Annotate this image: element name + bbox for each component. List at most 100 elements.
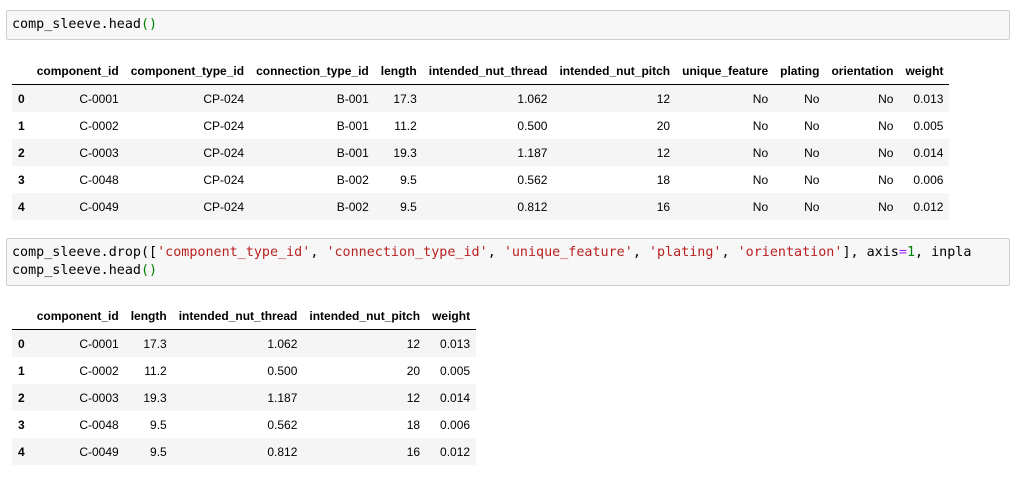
table-cell: 11.2 (144, 363, 167, 378)
code-cell-head[interactable]: comp_sleeve.head() (6, 10, 1010, 40)
code-text: ], axis (842, 245, 899, 260)
table-cell: C-0002 (79, 118, 119, 133)
table-cell: C-0049 (79, 199, 119, 214)
table-cell: 0.562 (517, 172, 548, 187)
code-text: comp_sleeve.drop([ (12, 245, 158, 260)
table-cell: 20 (406, 363, 421, 378)
code-string: 'connection_type_id' (326, 245, 488, 260)
table-cell: 12 (656, 91, 671, 106)
column-header: component_type_id (124, 58, 251, 85)
table-cell: C-0048 (79, 417, 119, 432)
row-index: 2 (18, 390, 25, 405)
table-cell: 0.012 (440, 444, 471, 459)
table-cell: 0.014 (440, 390, 471, 405)
table-cell: 0.812 (267, 444, 298, 459)
table-cell: 0.014 (913, 145, 944, 160)
code-text: , (632, 245, 649, 260)
table-cell: C-0048 (79, 172, 119, 187)
table-cell: No (878, 118, 894, 133)
table-cell: No (752, 172, 769, 187)
table-row: 4 C-0049 CP-024 B-002 9.5 0.812 16 No No No 0.012 (12, 193, 950, 220)
code-string: 'unique_feature' (503, 245, 633, 260)
table-cell: CP-024 (203, 118, 245, 133)
table-cell: No (804, 145, 820, 160)
table-cell: No (804, 199, 820, 214)
column-header: orientation (825, 58, 900, 85)
table-cell: 1.187 (517, 145, 548, 160)
table-cell: C-0001 (79, 91, 119, 106)
code-text: comp_sleeve.head (12, 263, 141, 278)
column-header: intended_nut_thread (422, 58, 554, 85)
table-row: 3 C-0048 9.5 0.562 18 0.006 (12, 411, 477, 438)
table-cell: 0.812 (517, 199, 548, 214)
row-index: 0 (18, 336, 25, 351)
code-text: , (487, 245, 504, 260)
column-header: plating (774, 58, 826, 85)
table-cell: No (752, 199, 769, 214)
table-cell: CP-024 (203, 172, 245, 187)
table-cell: B-001 (336, 145, 369, 160)
code-number: 1 (906, 245, 915, 260)
index-header (12, 303, 31, 330)
code-string: 'component_type_id' (157, 245, 311, 260)
table-cell: C-0002 (79, 363, 119, 378)
column-header: weight (899, 58, 950, 85)
dataframe-output-reduced: component_id length intended_nut_thread int… (12, 303, 477, 465)
table-cell: No (878, 172, 894, 187)
code-parens: () (141, 17, 158, 32)
table-cell: B-001 (336, 91, 369, 106)
table-header: component_id length intended_nut_thread int… (12, 303, 477, 330)
table-cell: 9.5 (150, 417, 167, 432)
code-cell-drop[interactable]: comp_sleeve.drop(['component_type_id', '… (6, 238, 1010, 286)
table-row: 0 C-0001 CP-024 B-001 17.3 1.062 12 No No No 0.013 (12, 84, 950, 112)
table-cell: 9.5 (400, 172, 417, 187)
table-row: 2 C-0003 CP-024 B-001 19.3 1.187 12 No No No 0.014 (12, 139, 950, 166)
column-header: length (374, 58, 423, 85)
table-cell: 0.013 (913, 91, 944, 106)
table-cell: 1.062 (267, 336, 298, 351)
table-header: component_id component_type_id connection_… (12, 58, 950, 85)
row-index: 4 (18, 444, 25, 459)
table-row: 4 C-0049 9.5 0.812 16 0.012 (12, 438, 477, 465)
code-string: 'orientation' (737, 245, 843, 260)
row-index: 1 (18, 363, 25, 378)
table-cell: 12 (406, 390, 421, 405)
table-cell: 1.062 (517, 91, 548, 106)
table-cell: 0.006 (913, 172, 944, 187)
row-index: 4 (18, 199, 25, 214)
table-row: 2 C-0003 19.3 1.187 12 0.014 (12, 384, 477, 411)
table-cell: C-0049 (79, 444, 119, 459)
column-header: connection_type_id (250, 58, 375, 85)
row-index: 3 (18, 417, 25, 432)
table-cell: 11.2 (394, 118, 417, 133)
table-cell: 19.3 (393, 145, 417, 160)
table-cell: No (878, 91, 894, 106)
table-cell: No (752, 145, 769, 160)
table-cell: 1.187 (267, 390, 298, 405)
column-header: component_id (30, 58, 125, 85)
code-text: comp_sleeve.head (12, 17, 141, 32)
table-row: 1 C-0002 CP-024 B-001 11.2 0.500 20 No No No 0.005 (12, 112, 950, 139)
table-cell: 18 (406, 417, 421, 432)
table-cell: 0.006 (440, 417, 471, 432)
table-cell: No (804, 172, 820, 187)
table-cell: 20 (656, 118, 671, 133)
table-row: 3 C-0048 CP-024 B-002 9.5 0.562 18 No No No 0.006 (12, 166, 950, 193)
column-header: component_id (30, 303, 125, 330)
table-cell: No (804, 91, 820, 106)
table-cell: 12 (656, 145, 671, 160)
column-header: intended_nut_pitch (553, 58, 677, 85)
table-cell: CP-024 (203, 91, 245, 106)
table-cell: 0.500 (267, 363, 298, 378)
table-cell: No (804, 118, 820, 133)
table-row: 1 C-0002 11.2 0.500 20 0.005 (12, 357, 477, 384)
row-index: 1 (18, 118, 25, 133)
table-cell: C-0003 (79, 390, 119, 405)
table-cell: CP-024 (203, 199, 245, 214)
column-header: intended_nut_pitch (303, 303, 427, 330)
table-cell: B-002 (336, 172, 369, 187)
table-cell: No (878, 199, 894, 214)
row-index: 3 (18, 172, 25, 187)
code-text: , inpla (915, 245, 972, 260)
table-cell: 0.562 (267, 417, 298, 432)
